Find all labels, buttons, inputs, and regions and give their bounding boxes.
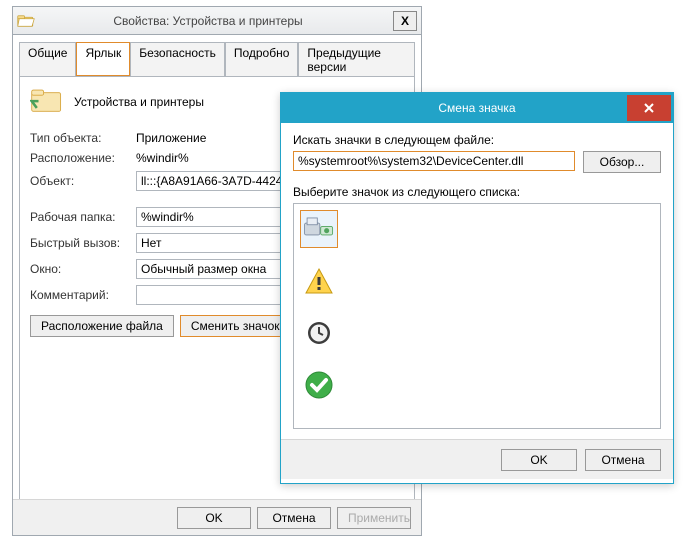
label-choose-icon: Выберите значок из следующего списка: xyxy=(293,185,661,199)
properties-title: Свойства: Устройства и принтеры xyxy=(43,14,393,28)
change-icon-title: Смена значка xyxy=(281,101,673,115)
icon-option-devices-printers[interactable] xyxy=(300,210,338,248)
warning-triangle-icon xyxy=(304,267,334,295)
tab-details[interactable]: Подробно xyxy=(225,42,299,77)
folder-open-icon xyxy=(17,13,35,29)
label-search-path: Искать значки в следующем файле: xyxy=(293,133,661,147)
apply-button: Применить xyxy=(337,507,411,529)
tab-general[interactable]: Общие xyxy=(19,42,76,77)
browse-button[interactable]: Обзор... xyxy=(583,151,661,173)
green-check-icon xyxy=(304,370,334,400)
header-text: Устройства и принтеры xyxy=(74,95,204,109)
tab-previous-versions[interactable]: Предыдущие версии xyxy=(298,42,415,77)
close-icon xyxy=(643,102,655,114)
icon-option-clock[interactable] xyxy=(300,314,338,352)
label-workdir: Рабочая папка: xyxy=(30,210,130,224)
change-icon-titlebar[interactable]: Смена значка xyxy=(281,93,673,123)
devices-printers-icon xyxy=(302,214,336,244)
tab-security[interactable]: Безопасность xyxy=(130,42,225,77)
change-icon-close-button[interactable] xyxy=(627,95,671,121)
close-icon: X xyxy=(401,14,409,28)
change-icon-ok-button[interactable]: OK xyxy=(501,449,577,471)
properties-footer: OK Отмена Применить xyxy=(13,499,421,535)
label-hotkey: Быстрый вызов: xyxy=(30,236,130,250)
change-icon-footer: OK Отмена xyxy=(281,439,673,479)
label-comment: Комментарий: xyxy=(30,288,130,302)
icon-option-warning[interactable] xyxy=(300,262,338,300)
label-target: Объект: xyxy=(30,174,130,188)
tab-shortcut[interactable]: Ярлык xyxy=(76,42,130,77)
devices-printers-icon xyxy=(30,87,64,117)
change-icon-body: Искать значки в следующем файле: Обзор..… xyxy=(281,123,673,439)
properties-titlebar[interactable]: Свойства: Устройства и принтеры X xyxy=(13,7,421,35)
label-object-type: Тип объекта: xyxy=(30,131,130,145)
tab-strip: Общие Ярлык Безопасность Подробно Предыд… xyxy=(13,35,421,76)
change-icon-cancel-button[interactable]: Отмена xyxy=(585,449,661,471)
value-location: %windir% xyxy=(136,151,189,165)
value-object-type: Приложение xyxy=(136,131,206,145)
label-window: Окно: xyxy=(30,262,130,276)
icon-option-check[interactable] xyxy=(300,366,338,404)
label-location: Расположение: xyxy=(30,151,130,165)
clock-icon xyxy=(306,320,332,346)
icon-list[interactable] xyxy=(293,203,661,429)
ok-button[interactable]: OK xyxy=(177,507,251,529)
icon-path-input[interactable] xyxy=(293,151,575,171)
properties-close-button[interactable]: X xyxy=(393,11,417,31)
open-file-location-button[interactable]: Расположение файла xyxy=(30,315,174,337)
change-icon-window: Смена значка Искать значки в следующем ф… xyxy=(280,92,674,484)
cancel-button[interactable]: Отмена xyxy=(257,507,331,529)
